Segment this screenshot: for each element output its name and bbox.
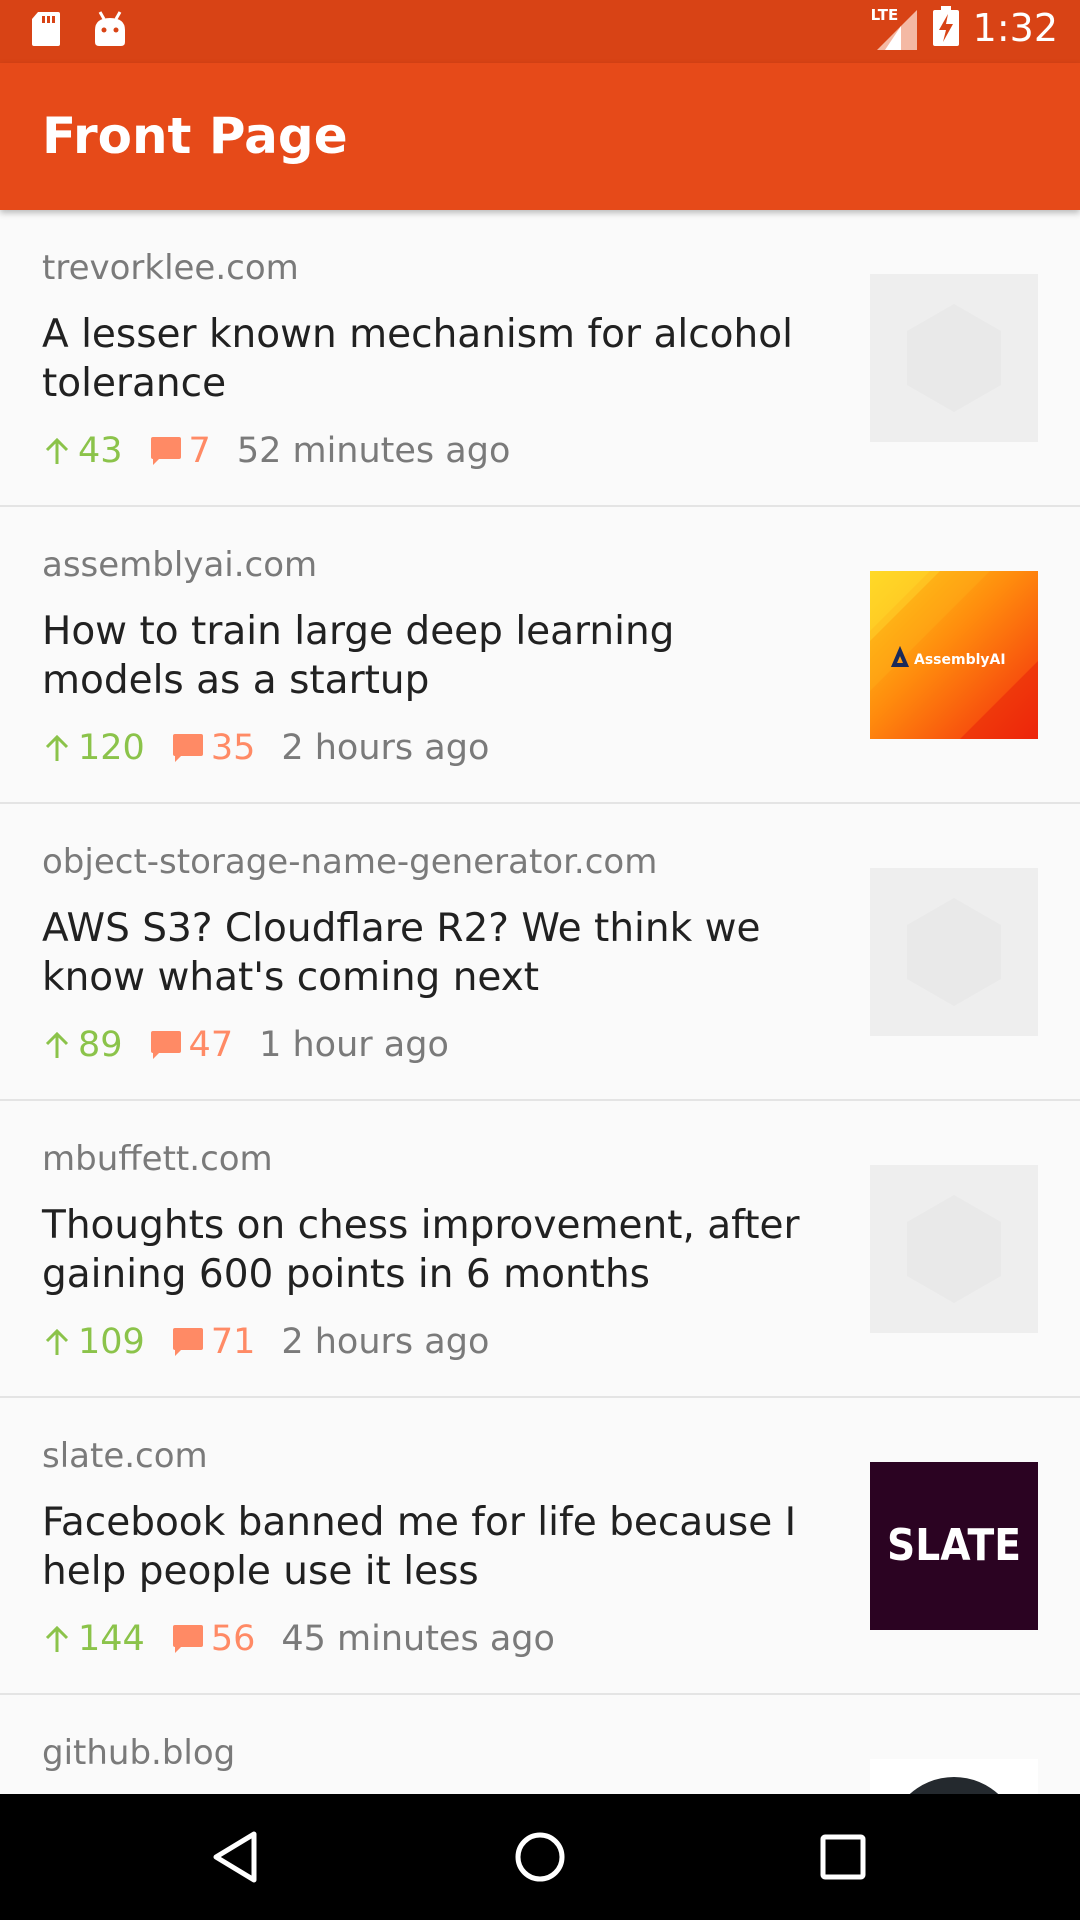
- story-domain: slate.com: [42, 1436, 208, 1476]
- app-bar: Front Page: [0, 63, 1080, 210]
- upvote-arrow-icon: [45, 1031, 69, 1058]
- story-item[interactable]: github.blog: [0, 1695, 1080, 1794]
- assemblyai-logo: AssemblyAI: [870, 571, 1038, 739]
- slate-logo: SLATE: [870, 1462, 1038, 1630]
- comment-icon: [150, 1031, 181, 1059]
- score-value: 144: [78, 1619, 145, 1659]
- placeholder-hexagon-icon: [907, 898, 1001, 1006]
- comment-count: 35: [210, 728, 256, 768]
- comment-count: 7: [188, 431, 211, 471]
- comment-icon: [172, 1328, 203, 1356]
- recents-button[interactable]: [810, 1824, 876, 1890]
- comment-icon: [150, 437, 181, 465]
- story-item[interactable]: assemblyai.com How to train large deep l…: [0, 507, 1080, 804]
- story-domain: mbuffett.com: [42, 1139, 273, 1179]
- assemblyai-logo-text: AssemblyAI: [914, 652, 1006, 668]
- story-thumbnail[interactable]: [870, 1165, 1038, 1333]
- score-value: 120: [78, 728, 145, 768]
- home-icon: [515, 1832, 565, 1882]
- navigation-bar: [0, 1794, 1080, 1920]
- comments[interactable]: 35: [171, 728, 256, 768]
- story-thumbnail[interactable]: [870, 274, 1038, 442]
- slate-logo-text: SLATE: [887, 1520, 1021, 1571]
- sd-card-icon: [30, 10, 62, 52]
- score-value: 109: [78, 1322, 145, 1362]
- story-meta: 144 56 45 minutes ago: [42, 1616, 555, 1662]
- story-time: 2 hours ago: [281, 1322, 490, 1362]
- comment-icon: [172, 734, 203, 762]
- story-thumbnail[interactable]: AssemblyAI: [870, 571, 1038, 739]
- lte-signal-icon: LTE: [871, 6, 919, 50]
- story-thumbnail[interactable]: SLATE: [870, 1462, 1038, 1630]
- recents-icon: [820, 1834, 866, 1880]
- score: 144: [42, 1619, 145, 1659]
- upvote-arrow-icon: [45, 734, 69, 761]
- story-domain: github.blog: [42, 1733, 236, 1773]
- score-value: 89: [78, 1025, 123, 1065]
- story-item[interactable]: slate.com Facebook banned me for life be…: [0, 1398, 1080, 1695]
- page-title: Front Page: [42, 107, 348, 165]
- story-title[interactable]: How to train large deep learning models …: [42, 607, 822, 705]
- story-thumbnail[interactable]: [870, 1759, 1038, 1794]
- back-button[interactable]: [204, 1824, 270, 1890]
- network-label: LTE: [870, 6, 899, 24]
- story-domain: trevorklee.com: [42, 248, 299, 288]
- story-title[interactable]: A lesser known mechanism for alcohol tol…: [42, 310, 822, 408]
- comment-count: 71: [210, 1322, 256, 1362]
- story-title[interactable]: Thoughts on chess improvement, after gai…: [42, 1201, 822, 1299]
- battery-charging-icon: [932, 6, 959, 50]
- score-value: 43: [78, 431, 123, 471]
- story-item[interactable]: trevorklee.com A lesser known mechanism …: [0, 210, 1080, 507]
- github-logo: [870, 1759, 1038, 1794]
- story-thumbnail[interactable]: [870, 868, 1038, 1036]
- story-meta: 43 7 52 minutes ago: [42, 428, 510, 474]
- placeholder-hexagon-icon: [907, 304, 1001, 412]
- story-meta: 89 47 1 hour ago: [42, 1022, 449, 1068]
- story-meta: 120 35 2 hours ago: [42, 725, 489, 771]
- upvote-arrow-icon: [45, 1625, 69, 1652]
- comment-count: 47: [188, 1025, 234, 1065]
- story-domain: object-storage-name-generator.com: [42, 842, 658, 882]
- score: 89: [42, 1025, 123, 1065]
- android-icon: [92, 10, 128, 52]
- story-item[interactable]: object-storage-name-generator.com AWS S3…: [0, 804, 1080, 1101]
- story-title[interactable]: AWS S3? Cloudflare R2? We think we know …: [42, 904, 822, 1002]
- score: 120: [42, 728, 145, 768]
- story-list[interactable]: trevorklee.com A lesser known mechanism …: [0, 210, 1080, 1794]
- clock: 1:32: [972, 6, 1058, 50]
- comment-count: 56: [210, 1619, 256, 1659]
- story-domain: assemblyai.com: [42, 545, 318, 585]
- comments[interactable]: 7: [149, 431, 211, 471]
- home-button[interactable]: [507, 1824, 573, 1890]
- story-time: 2 hours ago: [281, 728, 490, 768]
- story-time: 1 hour ago: [259, 1025, 449, 1065]
- status-bar: LTE 1:32: [0, 0, 1080, 63]
- story-item[interactable]: mbuffett.com Thoughts on chess improveme…: [0, 1101, 1080, 1398]
- comments[interactable]: 71: [171, 1322, 256, 1362]
- placeholder-hexagon-icon: [907, 1195, 1001, 1303]
- comments[interactable]: 56: [171, 1619, 256, 1659]
- story-meta: 109 71 2 hours ago: [42, 1319, 489, 1365]
- score: 109: [42, 1322, 145, 1362]
- comment-icon: [172, 1625, 203, 1653]
- story-time: 52 minutes ago: [236, 431, 511, 471]
- back-icon: [213, 1831, 257, 1883]
- score: 43: [42, 431, 123, 471]
- upvote-arrow-icon: [45, 1328, 69, 1355]
- story-time: 45 minutes ago: [281, 1619, 555, 1659]
- upvote-arrow-icon: [45, 437, 69, 464]
- story-title[interactable]: Facebook banned me for life because I he…: [42, 1498, 822, 1596]
- comments[interactable]: 47: [149, 1025, 234, 1065]
